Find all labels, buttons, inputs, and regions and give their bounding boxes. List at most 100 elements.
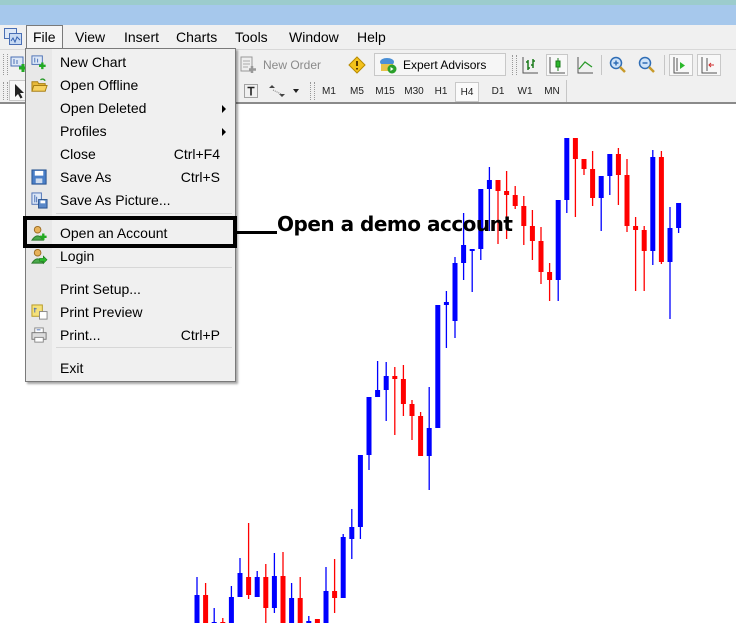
candle-body (289, 598, 295, 623)
timeframe-h4-button[interactable]: H4 (455, 82, 479, 102)
line-chart-button[interactable] (575, 55, 595, 75)
file-menu-item-print[interactable]: Print... Ctrl+P (26, 324, 235, 347)
chart-shift-icon (701, 57, 717, 74)
candle (633, 217, 639, 291)
auto-scroll-button[interactable] (669, 54, 693, 76)
candle-body (581, 159, 587, 169)
new-chart-icon (31, 55, 46, 70)
candle (607, 154, 613, 195)
candle (572, 138, 578, 217)
file-menu-item-open-offline[interactable]: Open Offline (26, 74, 235, 97)
annotation-callout-line (237, 231, 277, 234)
menu-insert[interactable]: Insert (118, 25, 165, 49)
menu-bar: File View Insert Charts Tools Window Hel… (0, 25, 736, 49)
candle-body (564, 138, 570, 200)
timeframe-m15-button[interactable]: M15 (372, 82, 398, 102)
candle (254, 571, 260, 597)
file-menu-item-open-deleted[interactable]: Open Deleted (26, 97, 235, 120)
candle-body (237, 573, 243, 597)
toolbar-grip[interactable] (310, 82, 315, 100)
candle (246, 523, 252, 599)
candle-body (375, 390, 381, 397)
arrows-dropdown[interactable] (291, 84, 301, 98)
candle-body (409, 404, 415, 416)
text-label-button[interactable] (242, 82, 260, 100)
timeframe-mn-button[interactable]: MN (541, 82, 563, 102)
file-menu-item-save-as-picture[interactable]: Save As Picture... (26, 189, 235, 212)
menu-tools[interactable]: Tools (229, 25, 274, 49)
candle-body (495, 180, 501, 191)
candle-body (641, 230, 647, 251)
candle (435, 305, 441, 428)
file-menu-item-exit[interactable]: Exit (26, 357, 235, 380)
candle-body (512, 195, 518, 206)
candle (211, 608, 217, 624)
menu-help[interactable]: Help (351, 25, 392, 49)
menu-window[interactable]: Window (283, 25, 345, 49)
candle-body (271, 576, 277, 608)
menu-item-label: Close (60, 146, 96, 162)
menu-file[interactable]: File (26, 25, 63, 49)
toolbar-grip[interactable] (512, 55, 517, 75)
candle-body (667, 228, 673, 262)
candle-body (443, 302, 449, 305)
timeframe-d1-button[interactable]: D1 (488, 82, 508, 102)
menu-separator (56, 213, 232, 214)
candle (203, 583, 209, 623)
submenu-arrow-icon (222, 105, 226, 113)
candle (658, 151, 664, 264)
file-menu-item-login[interactable]: Login (26, 245, 235, 268)
file-menu-item-new-chart[interactable]: New Chart (26, 51, 235, 74)
candle-body (263, 577, 269, 608)
candle-body (676, 203, 682, 228)
zoom-in-button[interactable] (608, 55, 628, 75)
candle (641, 226, 647, 291)
menu-view[interactable]: View (69, 25, 111, 49)
candle (426, 387, 432, 490)
zoom-in-icon (609, 56, 626, 73)
candle-body (452, 263, 458, 321)
timeframe-m5-button[interactable]: M5 (346, 82, 368, 102)
candle (228, 586, 234, 623)
candle (349, 509, 355, 559)
candle (392, 367, 398, 435)
file-menu-dropdown: New Chart Open Offline Open Deleted Profile… (25, 48, 236, 382)
candle (383, 362, 389, 421)
candle-body (529, 226, 535, 241)
candlestick-button[interactable] (546, 54, 568, 76)
toolbar-grip[interactable] (3, 54, 8, 75)
new-order-button[interactable]: New Order (239, 54, 329, 76)
candle-body (521, 206, 527, 226)
candle-body (504, 191, 510, 195)
candle (375, 361, 381, 397)
candle-body (555, 200, 561, 280)
file-menu-item-save-as[interactable]: Save As Ctrl+S (26, 166, 235, 189)
login-icon (31, 248, 48, 265)
expert-advisors-button[interactable]: Expert Advisors (374, 53, 506, 76)
timeframe-h1-button[interactable]: H1 (432, 82, 450, 102)
candle (547, 263, 553, 301)
file-menu-item-print-preview[interactable]: Print Preview (26, 301, 235, 324)
candle (289, 583, 295, 623)
arrows-button[interactable] (268, 82, 288, 100)
candle-body (383, 376, 389, 390)
file-menu-item-close[interactable]: Close Ctrl+F4 (26, 143, 235, 166)
toolbar-grip[interactable] (3, 82, 8, 100)
warning-button[interactable] (348, 56, 366, 74)
menu-item-label: Save As (60, 169, 112, 185)
file-menu-item-print-setup[interactable]: Print Setup... (26, 278, 235, 301)
line-chart-icon (577, 57, 593, 74)
candle (366, 397, 372, 470)
timeframe-m30-button[interactable]: M30 (401, 82, 427, 102)
candle (443, 291, 449, 348)
candle-body (633, 226, 639, 230)
timeframe-w1-button[interactable]: W1 (515, 82, 535, 102)
chart-shift-button[interactable] (697, 54, 721, 76)
file-menu-item-profiles[interactable]: Profiles (26, 120, 235, 143)
timeframe-m1-button[interactable]: M1 (318, 82, 340, 102)
candle (469, 249, 475, 292)
menu-charts[interactable]: Charts (170, 25, 223, 49)
bar-chart-button[interactable] (520, 55, 540, 75)
zoom-out-button[interactable] (637, 55, 657, 75)
submenu-arrow-icon (222, 128, 226, 136)
